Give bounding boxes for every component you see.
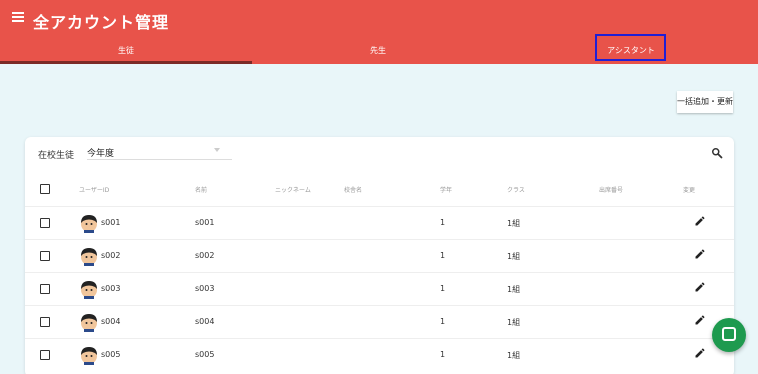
cell-class: 1組 <box>507 318 521 327</box>
cell-name: s004 <box>195 317 215 326</box>
avatar <box>81 347 97 365</box>
table-row[interactable]: s005 s005 1 1組 <box>25 338 734 371</box>
header-attendance-number[interactable]: 出席番号 <box>599 185 623 194</box>
table-row[interactable]: s004 s004 1 1組 <box>25 305 734 338</box>
year-select-value: 今年度 <box>87 149 115 159</box>
table-row[interactable]: s003 s003 1 1組 <box>25 272 734 305</box>
active-tab-indicator <box>0 61 252 64</box>
bulk-add-update-button[interactable]: 一括追加・更新 <box>677 91 733 113</box>
cell-user-id: s002 <box>101 251 121 260</box>
cell-class: 1組 <box>507 219 521 228</box>
cell-grade: 1 <box>440 218 446 227</box>
tab-teachers[interactable]: 先生 <box>252 40 504 64</box>
cell-name: s003 <box>195 284 215 293</box>
pencil-icon[interactable] <box>694 215 706 227</box>
row-checkbox[interactable] <box>40 317 50 327</box>
cell-grade: 1 <box>440 317 446 326</box>
pencil-icon[interactable] <box>694 347 706 359</box>
header-nickname[interactable]: ニックネーム <box>275 185 311 194</box>
pencil-icon[interactable] <box>694 281 706 293</box>
cell-name: s002 <box>195 251 215 260</box>
select-all-checkbox[interactable] <box>40 184 50 194</box>
table-row[interactable]: s002 s002 1 1組 <box>25 239 734 272</box>
page-title: 全アカウント管理 <box>33 13 170 32</box>
caret-down-icon <box>214 148 220 152</box>
cell-class: 1組 <box>507 285 521 294</box>
cell-user-id: s004 <box>101 317 121 326</box>
header-class[interactable]: クラス <box>507 185 525 194</box>
cell-user-id: s005 <box>101 350 121 359</box>
header-edit: 変更 <box>683 187 696 194</box>
pencil-icon[interactable] <box>694 314 706 326</box>
chat-icon <box>722 327 736 341</box>
avatar <box>81 314 97 332</box>
header-user-id[interactable]: ユーザーID <box>79 185 109 194</box>
avatar <box>81 281 97 299</box>
cell-grade: 1 <box>440 350 446 359</box>
enrolled-students-label: 在校生徒 <box>38 151 75 161</box>
year-select[interactable]: 今年度 <box>87 144 232 160</box>
cell-name: s005 <box>195 350 215 359</box>
hamburger-menu-icon[interactable] <box>12 11 24 23</box>
header-school[interactable]: 校舎名 <box>344 185 362 194</box>
cell-name: s001 <box>195 218 215 227</box>
student-table-card: 在校生徒 今年度 ユーザーID 名前 ニックネーム 校舎名 学年 クラス 出席番… <box>25 137 734 374</box>
cell-grade: 1 <box>440 251 446 260</box>
cell-grade: 1 <box>440 284 446 293</box>
chat-button[interactable] <box>712 318 746 352</box>
header-name[interactable]: 名前 <box>195 185 207 194</box>
cell-class: 1組 <box>507 351 521 360</box>
avatar <box>81 215 97 233</box>
row-checkbox[interactable] <box>40 251 50 261</box>
row-checkbox[interactable] <box>40 218 50 228</box>
search-icon[interactable] <box>711 147 723 159</box>
row-checkbox[interactable] <box>40 284 50 294</box>
cell-user-id: s003 <box>101 284 121 293</box>
row-checkbox[interactable] <box>40 350 50 360</box>
pencil-icon[interactable] <box>694 248 706 260</box>
cell-class: 1組 <box>507 252 521 261</box>
avatar <box>81 248 97 266</box>
table-row[interactable]: s001 s001 1 1組 <box>25 206 734 239</box>
header-grade[interactable]: 学年 <box>440 185 452 194</box>
assistant-tab-highlight <box>595 34 666 61</box>
cell-user-id: s001 <box>101 218 121 227</box>
